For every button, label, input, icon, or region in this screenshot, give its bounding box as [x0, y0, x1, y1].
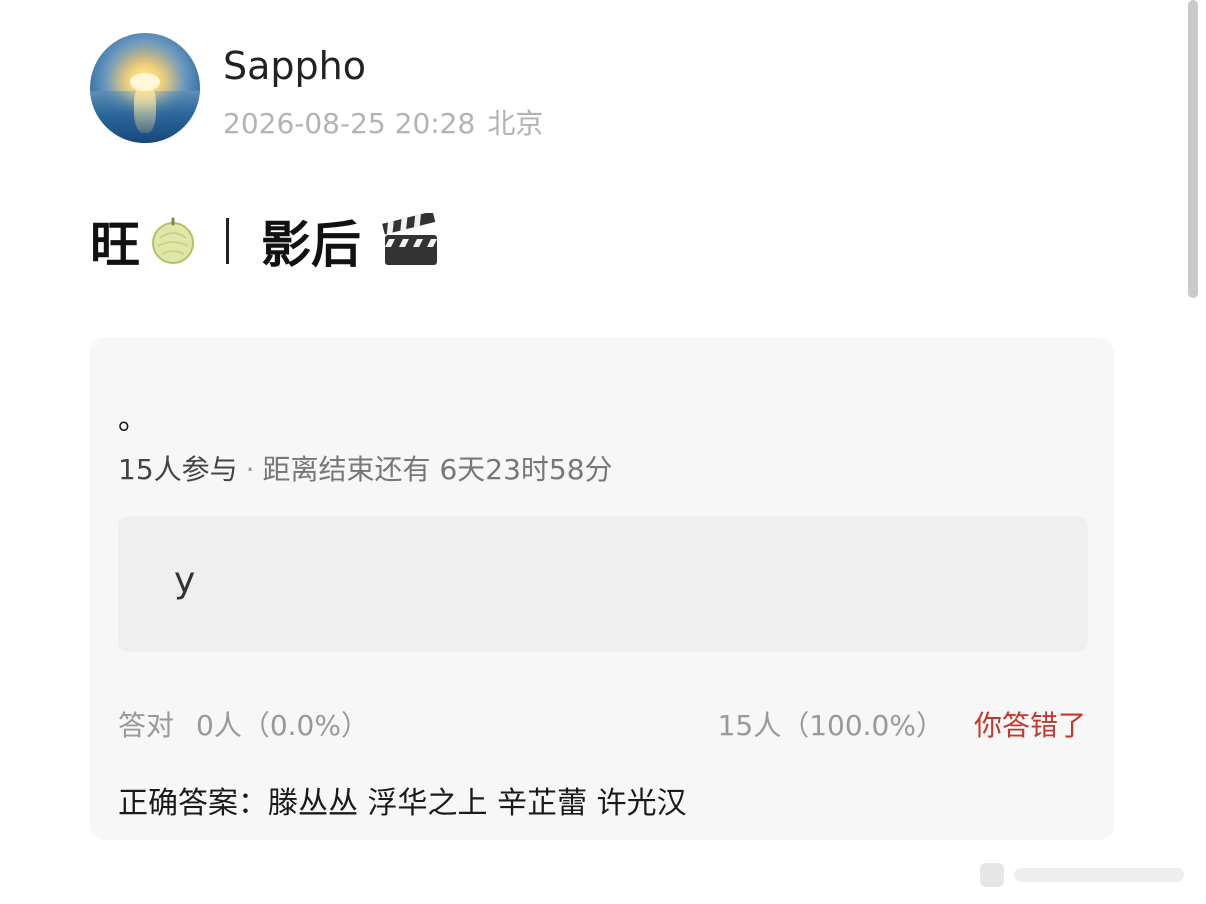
avatar[interactable]: [90, 33, 200, 143]
post-meta: 2026-08-25 20:28 北京: [223, 102, 543, 142]
correct-label: 答对: [118, 709, 175, 742]
wrong-value: 15人（100.0%）: [717, 709, 944, 742]
post-datetime: 2026-08-25 20:28: [223, 107, 476, 140]
quiz-question: 。: [118, 402, 148, 437]
wrong-stat: 15人（100.0%） 你答错了: [718, 704, 1086, 744]
author-name[interactable]: Sappho: [223, 44, 366, 88]
stats-dot: ·: [245, 453, 255, 486]
quiz-stats: 15人参与 · 距离结束还有 6天23时58分: [118, 448, 613, 488]
participants-count: 15人参与: [118, 453, 238, 486]
post-title: 旺 影后: [90, 208, 441, 274]
post-location: 北京: [487, 107, 544, 140]
correct-stat: 答对 0人（0.0%）: [118, 704, 369, 744]
title-left-text: 旺: [90, 216, 140, 274]
avatar-sun: [130, 73, 160, 91]
watermark-logo: [980, 863, 1184, 887]
scrollbar[interactable]: [1188, 0, 1198, 298]
quiz-card: 。 15人参与 · 距离结束还有 6天23时58分 y 答对 0人（0.0%） 15人…: [90, 338, 1114, 840]
quiz-option[interactable]: y: [118, 516, 1088, 652]
time-remaining: 距离结束还有 6天23时58分: [262, 453, 613, 486]
option-label: y: [174, 560, 196, 601]
title-right-text: 影后: [261, 216, 361, 274]
correct-answer: 正确答案：滕丛丛 浮华之上 辛芷蕾 许光汉: [118, 786, 687, 821]
title-separator: [226, 218, 229, 264]
melon-icon: [152, 217, 194, 264]
answer-verdict: 你答错了: [973, 709, 1086, 742]
clapper-board-icon: [382, 213, 437, 265]
correct-value: 0人（0.0%）: [196, 709, 369, 742]
